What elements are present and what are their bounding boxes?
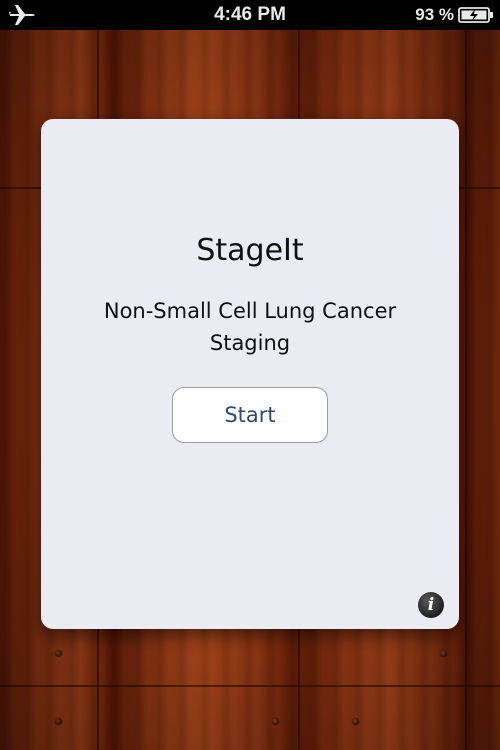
battery-percentage: 93 % <box>415 5 454 24</box>
info-icon[interactable]: i <box>418 592 444 618</box>
battery-charging-icon <box>458 7 493 23</box>
app-title: StageIt <box>196 233 304 268</box>
status-bar: 4:46 PM 93 % <box>0 0 500 30</box>
start-button[interactable]: Start <box>172 387 328 443</box>
app-subtitle: Non-Small Cell Lung Cancer Staging <box>103 299 397 355</box>
main-card: StageIt Non-Small Cell Lung Cancer Stagi… <box>41 119 459 629</box>
